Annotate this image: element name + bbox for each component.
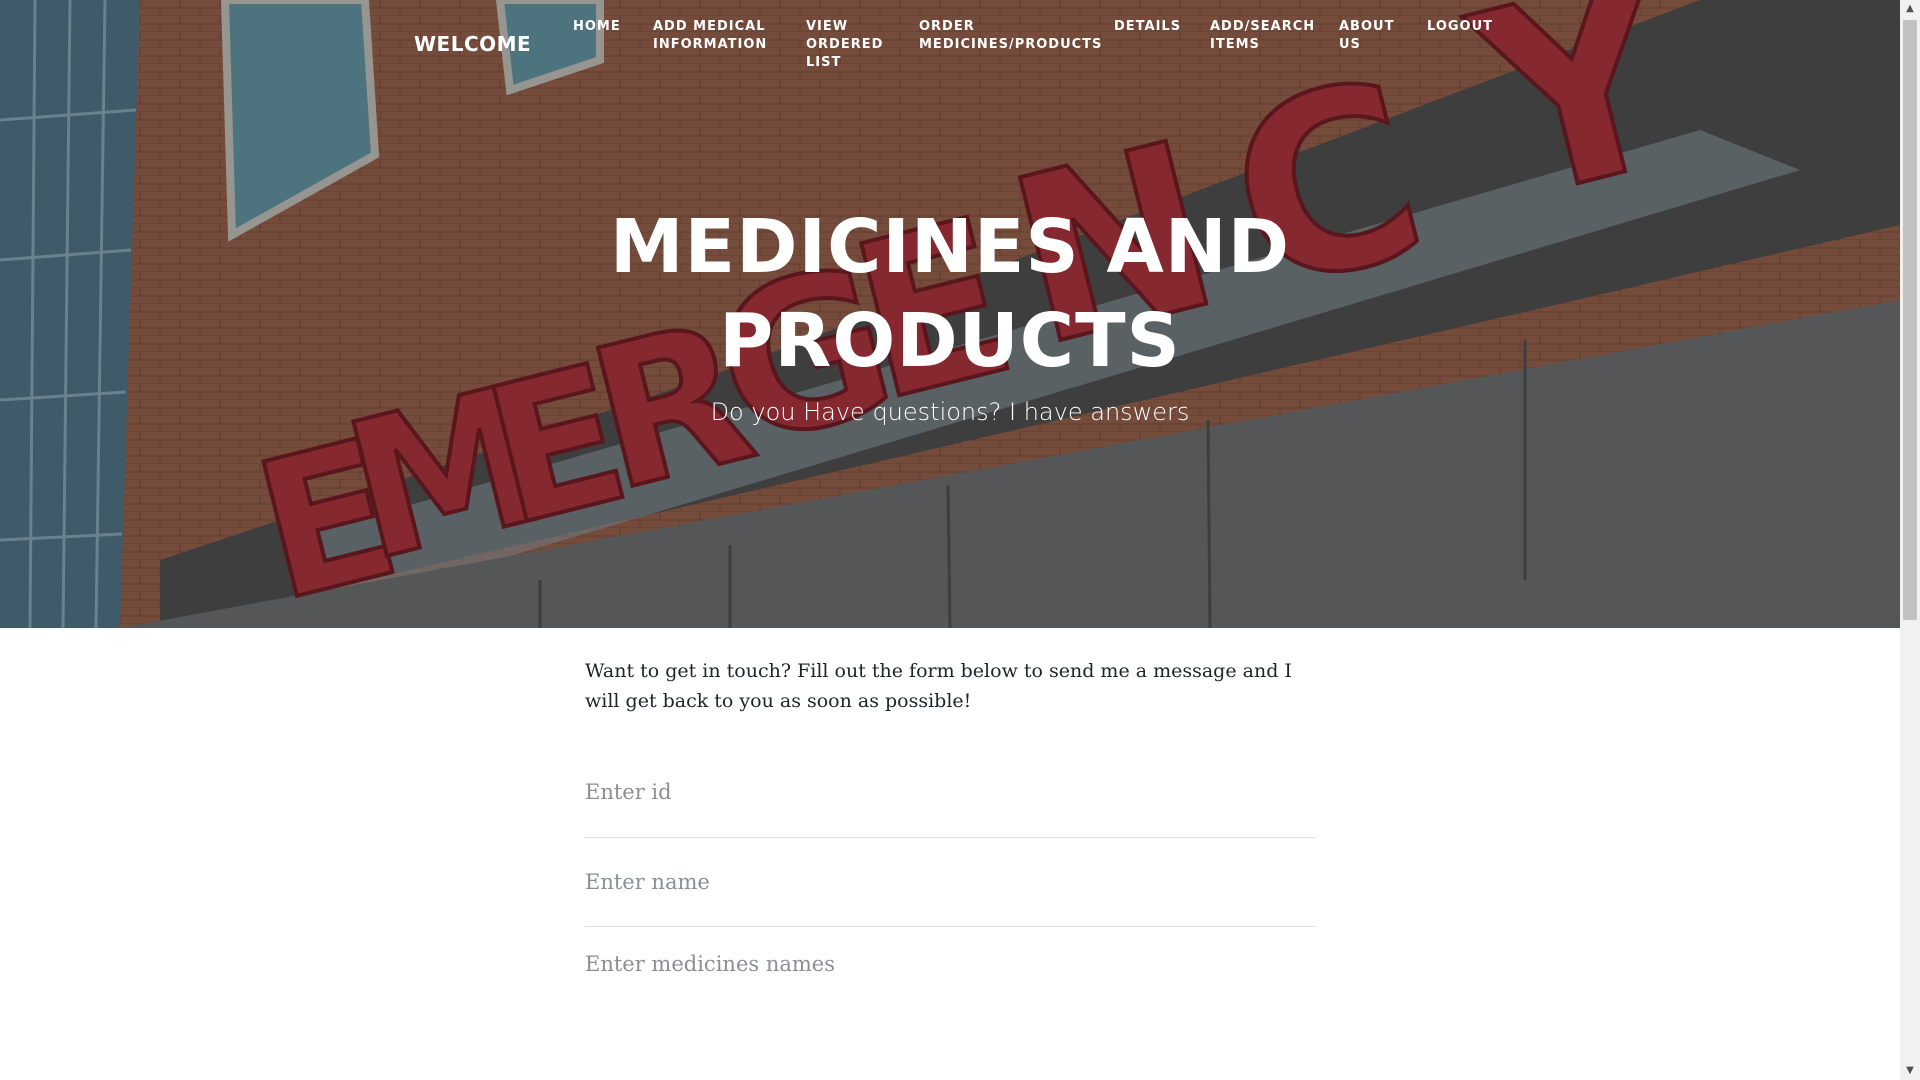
page-title: MEDICINES AND PRODUCTS [609,204,1291,384]
id-input-underline [585,837,1316,838]
main-navbar: WELCOME HOME ADD MEDICAL INFORMATION VIE… [0,0,1900,80]
id-input[interactable] [585,764,1316,820]
nav-add-medical-information[interactable]: ADD MEDICAL INFORMATION [653,18,783,54]
name-input-underline [585,926,1316,927]
nav-view-ordered-list[interactable]: VIEW ORDERED LIST [806,18,886,72]
page-subtitle: Do you Have questions? I have answers [710,398,1190,426]
brand-logo[interactable]: WELCOME [414,32,531,56]
nav-about-us[interactable]: ABOUT US [1339,18,1399,54]
medicines-names-input[interactable] [585,936,1316,992]
nav-order-medicines-products[interactable]: ORDER MEDICINES/PRODUCTS [919,18,1101,54]
scrollbar-thumb[interactable] [1903,20,1917,620]
vertical-scrollbar[interactable]: ▲ ▼ [1900,0,1920,1080]
scroll-down-icon[interactable]: ▼ [1900,1062,1920,1080]
nav-add-search-items[interactable]: ADD/SEARCH ITEMS [1210,18,1320,54]
name-input[interactable] [585,854,1316,910]
scroll-up-icon[interactable]: ▲ [1900,0,1920,18]
nav-logout[interactable]: LOGOUT [1427,18,1517,36]
nav-home[interactable]: HOME [573,18,633,36]
nav-details[interactable]: DETAILS [1114,18,1194,36]
form-intro-text: Want to get in touch? Fill out the form … [585,660,1292,712]
hero-banner: E M E R G E N C Y WELCOME HOME ADD MEDIC… [0,0,1900,628]
